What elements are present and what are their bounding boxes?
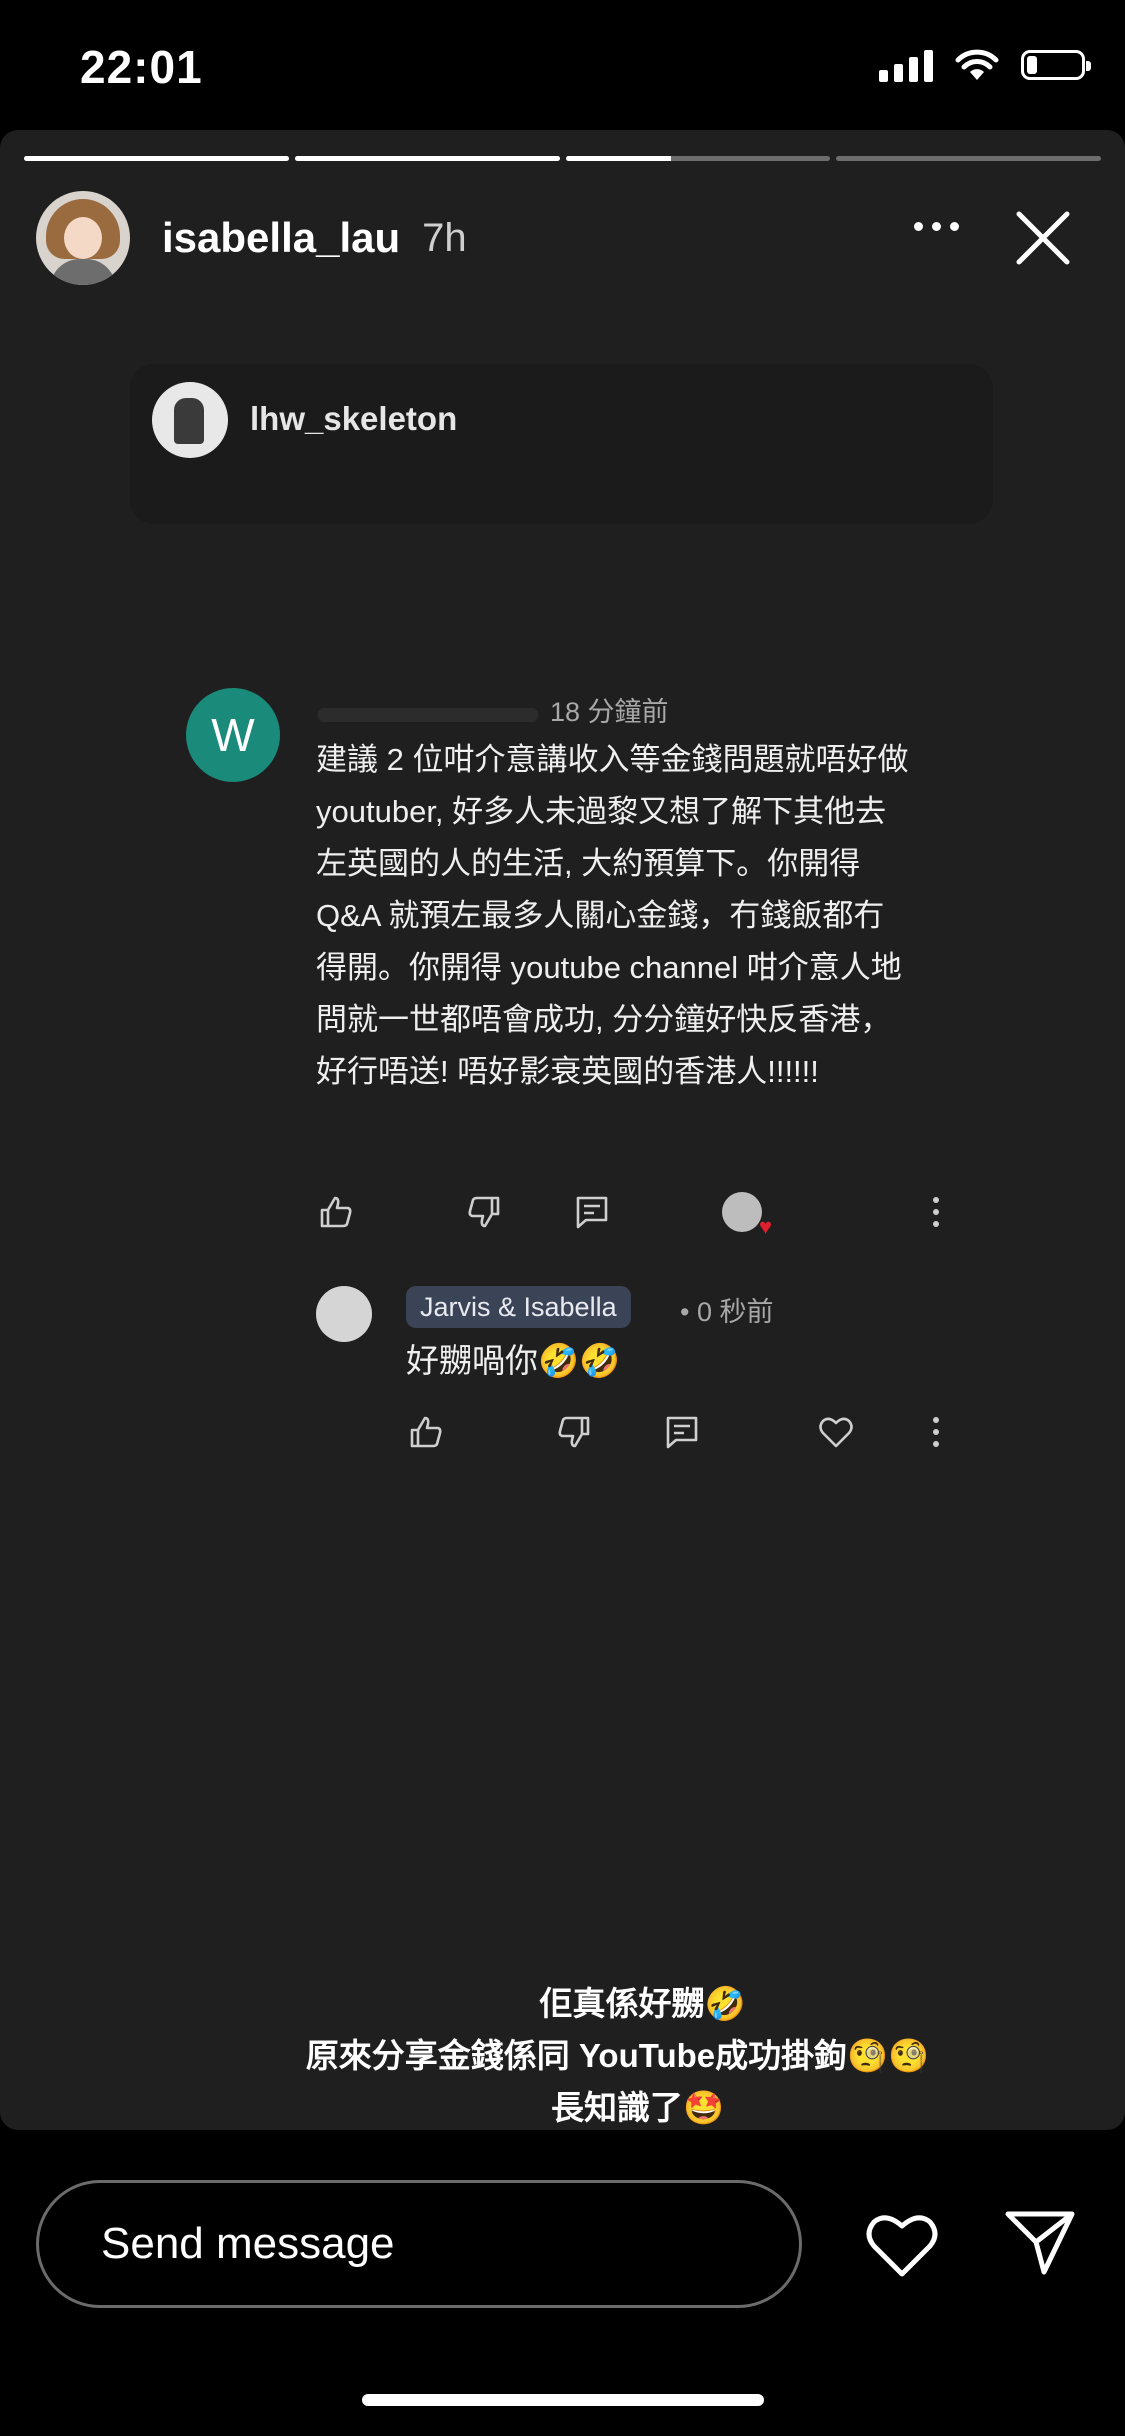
commenter-avatar: W [186, 688, 280, 782]
send-icon[interactable] [1000, 2202, 1080, 2282]
story-caption: 佢真係好嬲🤣 原來分享金錢係同 YouTube成功掛鉤🧐🧐 長知識了🤩 [305, 1985, 930, 2126]
card-avatar [152, 382, 228, 458]
story-header: isabella_lau 7h [36, 188, 1089, 288]
creator-heart-avatar: ♥ [722, 1192, 772, 1239]
story-view[interactable]: isabella_lau 7h lhw_skeleton W 18 分鐘前 建議… [0, 130, 1125, 2130]
battery-fill [1027, 56, 1037, 74]
story-username[interactable]: isabella_lau [162, 214, 400, 262]
reply-text: 好嬲喎你🤣🤣 [406, 1342, 621, 1379]
status-bar: 22:01 [0, 0, 1125, 130]
signal-icon [879, 48, 933, 82]
progress-segment-2 [294, 156, 560, 161]
commenter-name-redacted [318, 708, 538, 722]
shared-post-card[interactable]: lhw_skeleton [130, 364, 993, 524]
close-icon[interactable] [1013, 208, 1073, 268]
story-progress [24, 156, 1101, 161]
battery-icon [1021, 50, 1091, 80]
home-indicator [362, 2394, 764, 2406]
card-username: lhw_skeleton [250, 400, 458, 437]
comment-time: 18 分鐘前 [550, 697, 669, 727]
like-icon [410, 1416, 442, 1448]
wifi-icon [955, 49, 999, 80]
avatar[interactable] [36, 191, 130, 285]
progress-segment-1 [24, 156, 289, 161]
reply-icon [576, 1196, 608, 1229]
heart-icon: ♥ [758, 1214, 772, 1239]
like-icon [320, 1196, 352, 1228]
reply-author-chip: Jarvis & Isabella [406, 1286, 631, 1328]
status-time: 22:01 [80, 41, 203, 93]
comment-actions: ♥ [316, 1192, 956, 1242]
send-message-input[interactable]: Send message [36, 2180, 802, 2308]
reply-time: • 0 秒前 [680, 1297, 774, 1327]
heart-icon[interactable] [862, 2206, 942, 2282]
reply-bar: Send message [0, 2160, 1125, 2436]
more-icon[interactable] [914, 222, 959, 231]
more-vert-icon [933, 1197, 939, 1227]
comment-text: 建議 2 位咁介意講收入等金錢問題就唔好做 youtuber, 好多人未過黎又想… [316, 742, 909, 1089]
reply-icon [666, 1416, 698, 1449]
more-vert-icon [933, 1417, 939, 1447]
story-time-ago: 7h [422, 215, 467, 260]
progress-segment-3 [565, 156, 831, 161]
heart-outline-icon [819, 1417, 853, 1448]
dislike-icon [558, 1416, 590, 1448]
dislike-icon [468, 1196, 500, 1228]
progress-segment-4 [836, 156, 1101, 161]
status-icons [879, 48, 1091, 82]
reply-actions [406, 1412, 956, 1462]
reply-avatar [316, 1286, 372, 1342]
